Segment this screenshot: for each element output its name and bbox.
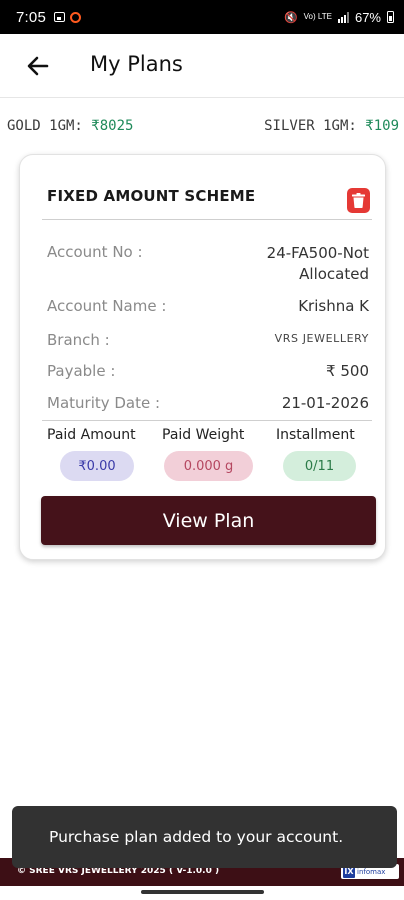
paid-amount-badge: ₹0.00 — [60, 451, 134, 481]
account-no-label: Account No : — [47, 243, 143, 261]
status-notification-icons — [54, 11, 81, 23]
delete-plan-button[interactable] — [347, 188, 370, 213]
branch-value: VRS JEWELLERY — [274, 332, 369, 345]
silver-rate-value: ₹109 — [365, 118, 399, 134]
status-time: 7:05 — [16, 8, 46, 26]
gold-rate-value: ₹8025 — [91, 118, 134, 134]
maturity-date-label: Maturity Date : — [47, 394, 161, 412]
gold-rate: GOLD 1GM: ₹8025 — [7, 118, 133, 134]
toast-message: Purchase plan added to your account. — [12, 806, 397, 868]
gold-rate-label: GOLD 1GM: — [7, 118, 83, 134]
account-no-value: 24-FA500-Not Allocated — [267, 243, 369, 285]
status-right-icons: 🔇 Vo) LTE 67% — [284, 10, 394, 25]
plan-title: FIXED AMOUNT SCHEME — [47, 187, 256, 205]
battery-icon — [387, 11, 394, 23]
metal-rates: GOLD 1GM: ₹8025 SILVER 1GM: ₹109 — [0, 116, 404, 138]
toast-text: Purchase plan added to your account. — [49, 828, 344, 846]
installment-badge: 0/11 — [283, 451, 356, 481]
arrow-left-icon — [27, 56, 49, 76]
gesture-handle[interactable] — [141, 890, 264, 894]
status-bar: 7:05 🔇 Vo) LTE 67% — [0, 0, 404, 34]
account-no-value-line2: Allocated — [299, 265, 369, 283]
account-name-value: Krishna K — [298, 297, 369, 315]
card-divider — [42, 219, 372, 220]
paid-amount-label: Paid Amount — [47, 427, 136, 443]
navigation-bar — [0, 886, 404, 900]
card-divider — [42, 420, 372, 421]
silver-rate: SILVER 1GM: ₹109 — [264, 118, 399, 134]
account-name-label: Account Name : — [47, 297, 167, 315]
page-title: My Plans — [90, 52, 183, 76]
battery-percent: 67% — [354, 9, 381, 25]
paid-weight-label: Paid Weight — [162, 427, 245, 443]
back-button[interactable] — [20, 50, 56, 82]
trash-icon — [352, 193, 365, 208]
mute-icon: 🔇 — [283, 11, 298, 24]
branch-label: Branch : — [47, 331, 110, 349]
payable-label: Payable : — [47, 362, 116, 380]
logo-text: infomax — [357, 867, 386, 876]
signal-icon — [337, 11, 349, 23]
payable-value: ₹ 500 — [326, 362, 369, 380]
installment-label: Installment — [276, 427, 355, 443]
gallery-notification-icon — [54, 12, 65, 22]
silver-rate-label: SILVER 1GM: — [264, 118, 357, 134]
app-notification-icon — [70, 11, 81, 23]
account-no-value-line1: 24-FA500-Not — [266, 244, 369, 262]
network-type-label: Vo) LTE — [303, 12, 332, 21]
paid-weight-badge: 0.000 g — [164, 451, 253, 481]
maturity-date-value: 21-01-2026 — [281, 394, 369, 412]
view-plan-button[interactable]: View Plan — [41, 496, 376, 545]
app-bar: My Plans — [0, 34, 404, 98]
plan-card: FIXED AMOUNT SCHEME Account No : 24-FA50… — [19, 154, 386, 560]
